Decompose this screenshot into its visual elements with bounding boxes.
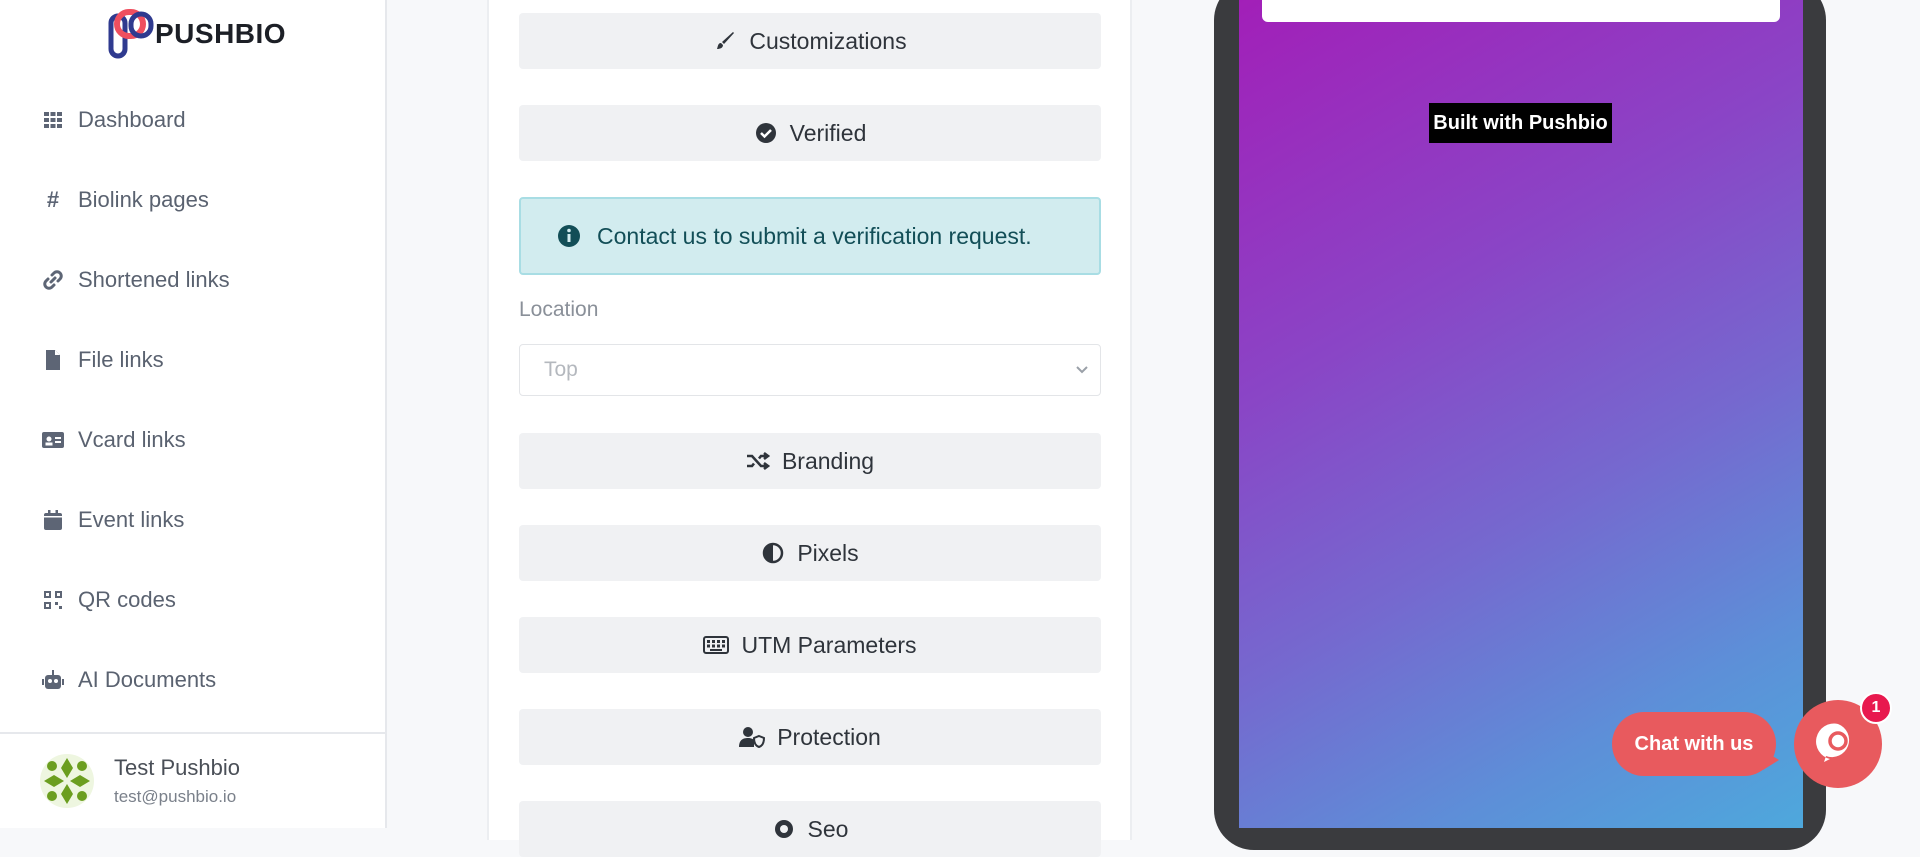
robot-icon <box>42 669 64 691</box>
utm-parameters-button[interactable]: UTM Parameters <box>519 617 1101 673</box>
chat-with-us-bubble[interactable]: Chat with us <box>1612 712 1776 776</box>
sidebar-item-label: Dashboard <box>78 107 186 132</box>
chevron-down-icon <box>1072 359 1092 379</box>
sidebar-item-label: Shortened links <box>78 267 230 292</box>
pixels-label: Pixels <box>797 539 859 566</box>
utm-parameters-label: UTM Parameters <box>741 631 917 658</box>
sidebar-item-ai-documents[interactable]: AI Documents <box>0 640 385 720</box>
location-select[interactable]: Top <box>519 344 1101 396</box>
file-icon <box>42 349 64 371</box>
check-circle-icon <box>754 121 778 145</box>
id-card-icon <box>42 429 64 451</box>
adjust-icon <box>761 541 785 565</box>
pushbio-logo-icon <box>107 8 159 60</box>
sidebar: PUSHBIO Dashboard # Biolink pages Shorte… <box>0 0 387 828</box>
sidebar-item-label: Event links <box>78 507 185 532</box>
qrcode-icon <box>42 589 64 611</box>
user-email: test@pushbio.io <box>114 787 237 806</box>
protection-button[interactable]: Protection <box>519 709 1101 765</box>
paint-brush-icon <box>713 29 737 53</box>
calendar-icon <box>42 509 64 531</box>
search-location-icon <box>772 817 796 841</box>
sidebar-item-event-links[interactable]: Event links <box>0 480 385 560</box>
sidebar-nav: Dashboard # Biolink pages Shortened link… <box>0 80 385 720</box>
sidebar-item-file-links[interactable]: File links <box>0 320 385 400</box>
sidebar-item-label: Vcard links <box>78 427 186 452</box>
info-circle-icon <box>557 224 581 248</box>
branding-button[interactable]: Branding <box>519 433 1101 489</box>
settings-panel: Customizations Verified Contact us to su… <box>487 0 1132 857</box>
sidebar-item-vcard-links[interactable]: Vcard links <box>0 400 385 480</box>
built-with-badge[interactable]: Built with Pushbio <box>1429 103 1612 143</box>
verified-button[interactable]: Verified <box>519 105 1101 161</box>
brand-logo[interactable]: PUSHBIO <box>107 8 286 60</box>
chat-icon <box>1816 720 1860 769</box>
preview-block <box>1262 0 1780 22</box>
sidebar-item-shortened-links[interactable]: Shortened links <box>0 240 385 320</box>
grid-icon <box>42 109 64 131</box>
protection-label: Protection <box>777 723 881 750</box>
customizations-button[interactable]: Customizations <box>519 13 1101 69</box>
sidebar-item-dashboard[interactable]: Dashboard <box>0 80 385 160</box>
random-icon <box>746 449 770 473</box>
sidebar-item-label: File links <box>78 347 164 372</box>
brand-name: PUSHBIO <box>155 18 287 49</box>
sidebar-item-label: Biolink pages <box>78 187 209 212</box>
sidebar-item-qr-codes[interactable]: QR codes <box>0 560 385 640</box>
sidebar-item-label: AI Documents <box>78 667 217 692</box>
alert-text: Contact us to submit a verification requ… <box>597 222 1032 249</box>
location-value: Top <box>544 358 578 381</box>
pixels-button[interactable]: Pixels <box>519 525 1101 581</box>
user-name: Test Pushbio <box>114 755 240 780</box>
user-profile[interactable]: Test Pushbio test@pushbio.io <box>0 732 385 828</box>
sidebar-item-biolink-pages[interactable]: # Biolink pages <box>0 160 385 240</box>
branding-label: Branding <box>781 447 875 474</box>
seo-label: Seo <box>807 815 849 842</box>
sidebar-item-label: QR codes <box>78 587 176 612</box>
user-shield-icon <box>739 725 766 749</box>
location-label: Location <box>519 298 599 321</box>
chat-bubble-tail <box>1763 750 1779 770</box>
verification-alert: Contact us to submit a verification requ… <box>519 197 1101 275</box>
avatar <box>40 754 94 808</box>
seo-button[interactable]: Seo <box>519 801 1101 857</box>
hash-icon: # <box>46 187 60 212</box>
customizations-label: Customizations <box>749 27 907 54</box>
link-icon <box>42 269 64 291</box>
user-info: Test Pushbio test@pushbio.io <box>114 755 240 807</box>
keyboard-icon <box>703 633 730 657</box>
chat-notification-badge: 1 <box>1860 692 1892 724</box>
verified-label: Verified <box>789 119 867 146</box>
